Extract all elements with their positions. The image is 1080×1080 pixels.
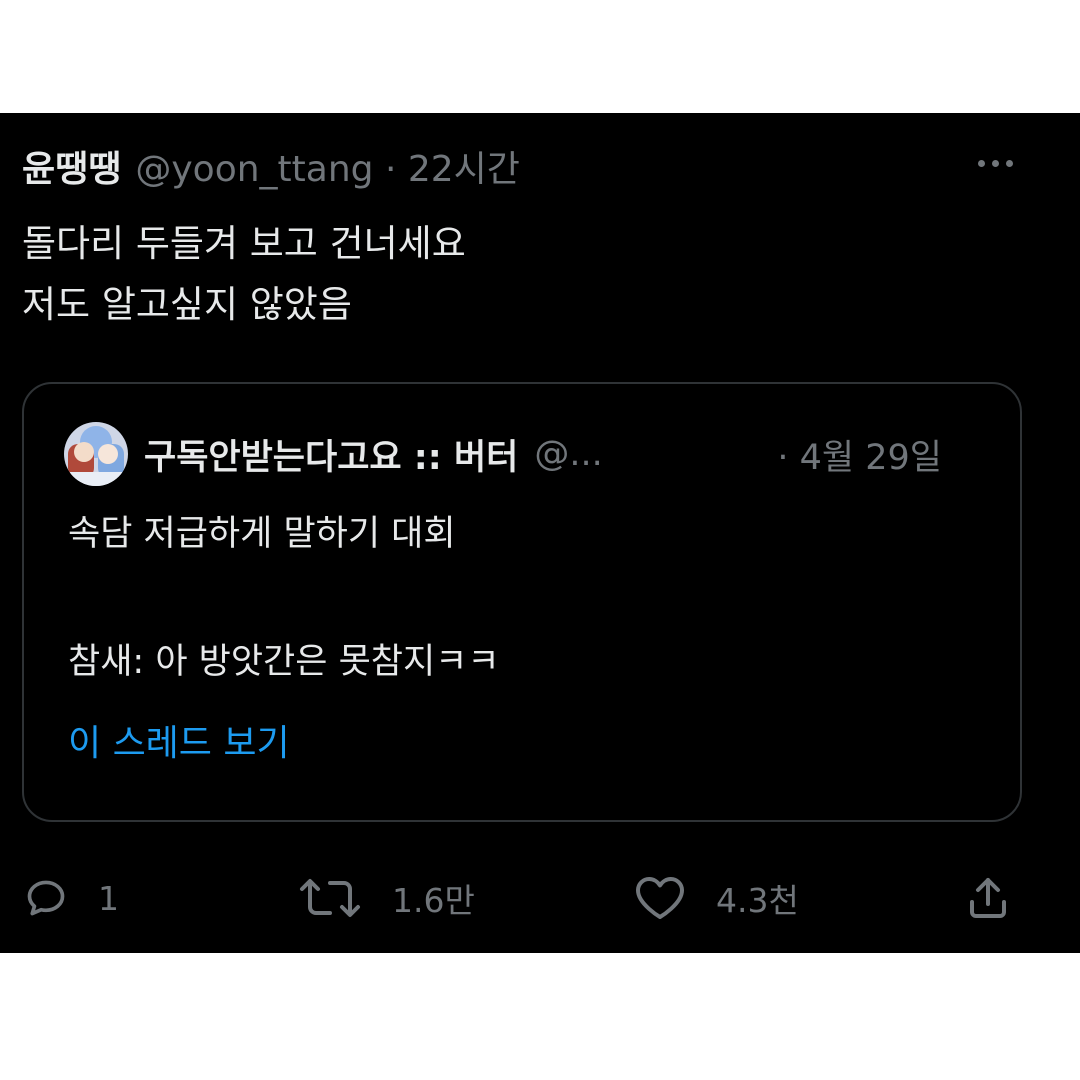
handle-and-time[interactable]: @yoon_ttang · 22시간 (135, 140, 520, 192)
like-icon (634, 876, 686, 920)
like-count: 4.3천 (716, 881, 799, 920)
share-button[interactable] (964, 863, 1012, 933)
reply-count: 1 (98, 878, 119, 918)
retweet-button[interactable]: 1.6만 (298, 863, 475, 933)
quoted-display-name[interactable]: 구독안받는다고요 :: 버터 (144, 429, 518, 480)
share-icon (964, 874, 1012, 922)
quoted-text-line: 속담 저급하게 말하기 대회 (68, 514, 456, 554)
tweet-text: 돌다리 두들겨 보고 건너세요 저도 알고싶지 않았음 (22, 213, 466, 335)
quoted-tweet[interactable]: 구독안받는다고요 :: 버터 @... · 4월 29일 속담 저급하게 말하기… (22, 382, 1022, 822)
retweet-count: 1.6만 (392, 881, 475, 920)
tweet-text-line: 돌다리 두들겨 보고 건너세요 (22, 222, 466, 265)
reply-icon (24, 876, 68, 920)
more-icon[interactable] (970, 143, 1020, 183)
reply-button[interactable]: 1 (24, 863, 119, 933)
action-bar: 1 1.6만 4.3천 (0, 863, 1080, 933)
retweet-icon (298, 876, 362, 920)
tweet-card[interactable]: 윤땡땡 @yoon_ttang · 22시간 돌다리 두들겨 보고 건너세요 저… (0, 113, 1080, 953)
quoted-date[interactable]: · 4월 29일 (777, 429, 942, 480)
quoted-tweet-text: 속담 저급하게 말하기 대회 참새: 아 방앗간은 못참지ㅋㅋ (68, 502, 500, 694)
tweet-text-line: 저도 알고싶지 않았음 (22, 283, 352, 326)
quoted-text-line: 참새: 아 방앗간은 못참지ㅋㅋ (68, 642, 500, 682)
display-name[interactable]: 윤땡땡 (22, 140, 121, 192)
avatar[interactable] (64, 422, 128, 486)
tweet-header: 윤땡땡 @yoon_ttang · 22시간 (22, 141, 520, 191)
quoted-handle[interactable]: @... (534, 434, 602, 474)
like-button[interactable]: 4.3천 (634, 863, 799, 933)
show-thread-link[interactable]: 이 스레드 보기 (68, 714, 290, 766)
quoted-tweet-header: 구독안받는다고요 :: 버터 @... · 4월 29일 (64, 422, 984, 486)
quoted-text-line (68, 566, 500, 630)
